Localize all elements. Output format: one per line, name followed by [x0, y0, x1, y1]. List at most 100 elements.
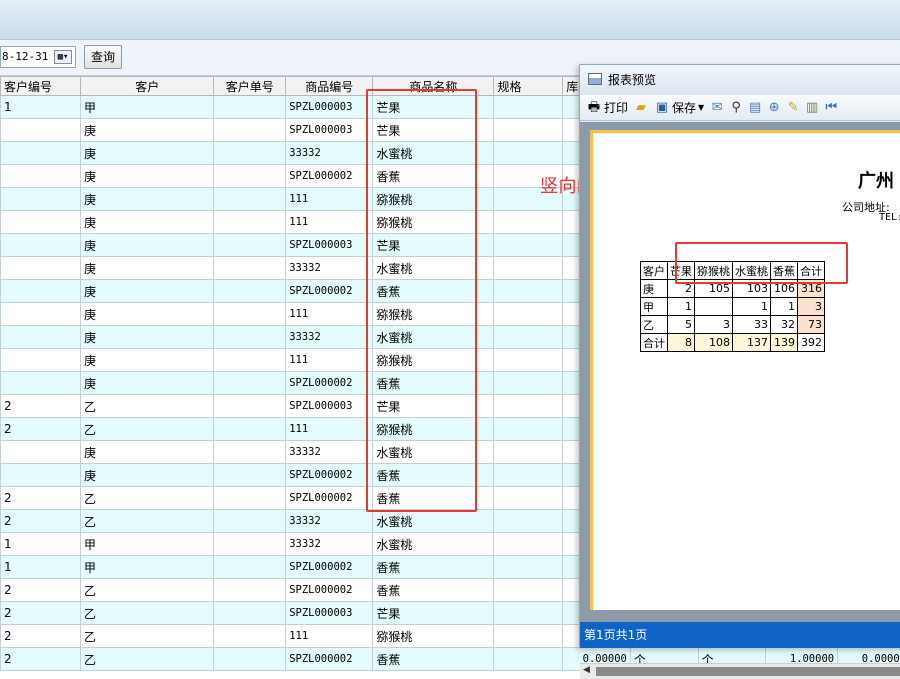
- cell-product-name: 猕猴桃: [373, 211, 494, 234]
- report-title: 广州: [858, 167, 894, 193]
- cell-customer: 庚: [81, 464, 214, 487]
- cell-customer-order: [214, 579, 286, 602]
- cell-product-code: 111: [286, 625, 373, 648]
- crosstab-cell: 32: [771, 316, 798, 334]
- crosstab-cell: 甲: [641, 298, 668, 316]
- cell-customer: 乙: [81, 579, 214, 602]
- page-setup-icon[interactable]: ▤: [747, 100, 763, 116]
- cell-customer-order: [214, 303, 286, 326]
- cell-customer-code: [1, 257, 81, 280]
- cell-spec: [494, 418, 563, 441]
- crosstab-cell: 1: [668, 298, 695, 316]
- crosstab-table: 客户 芒果 猕猴桃 水蜜桃 香蕉 合计 庚2105103106316甲1113乙…: [640, 261, 825, 352]
- report-page: 广州 公司地址: TEL: 客户 芒果 猕猴桃 水蜜桃 香蕉 合计 庚21051…: [590, 130, 900, 610]
- cell-customer-order: [214, 625, 286, 648]
- scrollbar-thumb[interactable]: [596, 667, 900, 676]
- cell-customer: 庚: [81, 142, 214, 165]
- cell-customer: 庚: [81, 234, 214, 257]
- cell-customer: 庚: [81, 257, 214, 280]
- cell-customer-order: [214, 533, 286, 556]
- end-date-value: 8-12-31: [2, 50, 48, 63]
- zoom-icon[interactable]: ⊕: [766, 100, 782, 116]
- cell-product-code: 33332: [286, 142, 373, 165]
- cell-spec: [494, 648, 563, 671]
- cell-product-name: 香蕉: [373, 280, 494, 303]
- cell-customer-code: 2: [1, 487, 81, 510]
- cell-product-code: 111: [286, 418, 373, 441]
- column-header-product-name[interactable]: 商品名称: [373, 77, 494, 96]
- column-header-customer[interactable]: 客户: [81, 77, 214, 96]
- email-icon[interactable]: ✉: [709, 100, 725, 116]
- dropdown-arrow-icon[interactable]: ▼: [698, 103, 704, 112]
- cell-customer: 乙: [81, 625, 214, 648]
- cell-spec: [494, 234, 563, 257]
- cell-customer-order: [214, 602, 286, 625]
- cell-product-name: 香蕉: [373, 556, 494, 579]
- cell-customer: 庚: [81, 326, 214, 349]
- cell-spec: [494, 602, 563, 625]
- open-folder-icon[interactable]: ▰: [633, 100, 649, 116]
- cell-customer-code: 2: [1, 510, 81, 533]
- cell-customer: 甲: [81, 556, 214, 579]
- cell-customer-order: [214, 211, 286, 234]
- cell-customer-code: 1: [1, 556, 81, 579]
- cell-customer-code: [1, 303, 81, 326]
- crosstab-cell: 139: [771, 334, 798, 352]
- cell-product-name: 水蜜桃: [373, 142, 494, 165]
- cell-spec: [494, 487, 563, 510]
- cell-spec: [494, 303, 563, 326]
- cell-customer-code: [1, 464, 81, 487]
- print-label: 打印: [604, 99, 628, 116]
- column-header-customer-code[interactable]: 客户编号: [1, 77, 81, 96]
- cell-customer: 乙: [81, 487, 214, 510]
- cell-product-code: SPZL000003: [286, 96, 373, 119]
- edit-icon[interactable]: ✎: [785, 100, 801, 116]
- cell-customer: 庚: [81, 188, 214, 211]
- column-header-customer-order[interactable]: 客户单号: [214, 77, 286, 96]
- cell-customer-code: [1, 326, 81, 349]
- cell-customer-code: [1, 234, 81, 257]
- cell-product-code: SPZL000003: [286, 395, 373, 418]
- crosstab-cell: 合计: [641, 334, 668, 352]
- crosstab-header: 客户: [641, 262, 668, 280]
- cell-customer-order: [214, 280, 286, 303]
- save-label: 保存: [672, 99, 696, 116]
- crosstab-cell: 庚: [641, 280, 668, 298]
- cell-customer: 乙: [81, 648, 214, 671]
- cell-product-name: 水蜜桃: [373, 257, 494, 280]
- first-page-icon[interactable]: ⏮: [823, 100, 839, 116]
- cell-customer: 乙: [81, 395, 214, 418]
- cell-spec: [494, 142, 563, 165]
- print-button[interactable]: 🖶 打印: [584, 98, 630, 118]
- crosstab-cell: 392: [798, 334, 825, 352]
- cell-product-name: 芒果: [373, 96, 494, 119]
- cell-customer-order: [214, 257, 286, 280]
- calendar-icon[interactable]: ▦▾: [54, 50, 72, 64]
- cell-customer-order: [214, 349, 286, 372]
- cell-customer-code: [1, 441, 81, 464]
- save-button[interactable]: ▣ 保存 ▼: [652, 98, 706, 118]
- cell-spec: [494, 372, 563, 395]
- cell-product-name: 猕猴桃: [373, 188, 494, 211]
- end-date-field[interactable]: 8-12-31 ▦▾: [0, 46, 76, 68]
- cell-product-name: 水蜜桃: [373, 533, 494, 556]
- crosstab-header: 合计: [798, 262, 825, 280]
- cell-customer-order: [214, 142, 286, 165]
- preview-canvas: 广州 公司地址: TEL: 客户 芒果 猕猴桃 水蜜桃 香蕉 合计 庚21051…: [580, 122, 900, 622]
- scroll-left-icon[interactable]: ◀: [583, 665, 590, 675]
- cell-product-code: 111: [286, 303, 373, 326]
- cell-spec: [494, 579, 563, 602]
- cell-product-code: SPZL000002: [286, 165, 373, 188]
- watermark-icon[interactable]: ▥: [804, 100, 820, 116]
- cell-customer: 庚: [81, 119, 214, 142]
- crosstab-row: 庚2105103106316: [641, 280, 825, 298]
- cell-product-name: 香蕉: [373, 648, 494, 671]
- column-header-spec[interactable]: 规格: [494, 77, 563, 96]
- crosstab-header-row: 客户 芒果 猕猴桃 水蜜桃 香蕉 合计: [641, 262, 825, 280]
- column-header-product-code[interactable]: 商品编号: [286, 77, 373, 96]
- find-icon[interactable]: ⚲: [728, 100, 744, 116]
- cell-product-code: SPZL000002: [286, 648, 373, 671]
- query-button[interactable]: 查询: [84, 45, 122, 69]
- window-header-bar: [0, 0, 900, 40]
- crosstab-cell: 乙: [641, 316, 668, 334]
